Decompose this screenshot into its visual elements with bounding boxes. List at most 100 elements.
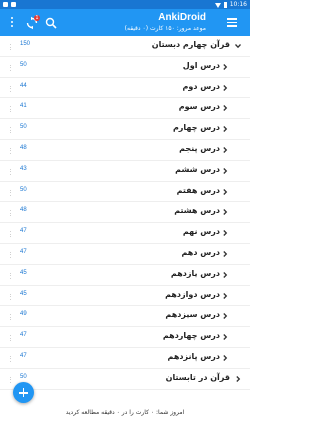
deck-options-icon[interactable] (9, 334, 12, 342)
hamburger-menu-icon[interactable] (226, 15, 240, 29)
deck-row[interactable]: 45 درس یازدهم (0, 265, 250, 286)
chevron-right-icon[interactable] (221, 208, 229, 216)
deck-due-count: 50 (20, 124, 27, 131)
deck-due-count: 47 (20, 228, 27, 235)
deck-row[interactable]: 150 قرآن چهارم دبستان (0, 36, 250, 57)
deck-name: درس چهارم (172, 123, 220, 133)
app-toolbar: 1 AnkiDroid موعد مرور: ۱۵۰ کارت (۰ دقیقه… (0, 9, 250, 36)
chevron-right-icon[interactable] (221, 250, 229, 258)
deck-name: درس نهم (182, 227, 220, 237)
deck-options-icon[interactable] (9, 147, 12, 155)
deck-row[interactable]: 50 درس چهارم (0, 119, 250, 140)
chevron-right-icon[interactable] (221, 292, 229, 300)
deck-name: درس پانزدهم (167, 351, 220, 361)
deck-name: درس چهاردهم (162, 331, 220, 341)
deck-options-icon[interactable] (9, 43, 12, 51)
deck-name: قرآن چهارم دبستان (151, 40, 230, 49)
deck-row[interactable]: 47 درس دهم (0, 244, 250, 265)
deck-row[interactable]: 48 درس پنجم (0, 140, 250, 161)
deck-row[interactable]: 47 درس نهم (0, 223, 250, 244)
deck-name: درس دوازدهم (165, 289, 220, 299)
chevron-right-icon[interactable] (221, 63, 229, 71)
chevron-right-icon[interactable] (221, 188, 229, 196)
deck-options-icon[interactable] (9, 209, 12, 217)
deck-options-icon[interactable] (9, 230, 12, 238)
chevron-right-icon[interactable] (221, 333, 229, 341)
chevron-right-icon[interactable] (221, 354, 229, 362)
deck-options-icon[interactable] (9, 85, 12, 93)
chevron-right-icon[interactable] (221, 229, 229, 237)
deck-name: درس دوم (182, 81, 220, 91)
deck-due-count: 47 (20, 248, 27, 255)
deck-options-icon[interactable] (9, 376, 12, 384)
add-button[interactable] (13, 382, 34, 403)
chevron-down-icon[interactable] (234, 42, 242, 50)
sync-badge: 1 (34, 15, 40, 21)
notification-icon (11, 2, 16, 7)
deck-row[interactable]: 41 درس سوم (0, 98, 250, 120)
more-options-icon[interactable] (6, 15, 20, 29)
chevron-right-icon[interactable] (221, 167, 229, 175)
deck-row[interactable]: 50 درس اول (0, 57, 250, 78)
due-summary: موعد مرور: ۱۵۰ کارت (۰ دقیقه) (124, 25, 206, 32)
deck-due-count: 50 (20, 186, 27, 193)
chevron-right-icon[interactable] (221, 312, 229, 320)
deck-name: درس دهم (181, 247, 220, 257)
notification-icon (3, 2, 8, 7)
deck-row[interactable]: 47 درس پانزدهم (0, 348, 250, 369)
deck-due-count: 150 (20, 41, 31, 47)
app-title: AnkiDroid (158, 12, 206, 23)
deck-due-count: 45 (20, 269, 27, 276)
chevron-right-icon[interactable] (221, 84, 229, 92)
deck-name: درس اول (182, 60, 220, 70)
deck-row[interactable]: 45 درس دوازدهم (0, 286, 250, 307)
deck-name: درس سوم (178, 102, 220, 112)
deck-due-count: 43 (20, 165, 27, 172)
deck-due-count: 45 (20, 290, 27, 297)
status-time: 10:16 (229, 1, 247, 8)
deck-options-icon[interactable] (9, 355, 12, 363)
deck-name: قرآن در تابستان (165, 372, 230, 382)
deck-row[interactable]: 44 درس دوم (0, 78, 250, 99)
deck-due-count: 50 (20, 373, 27, 380)
deck-row[interactable]: 47 درس چهاردهم (0, 327, 250, 348)
deck-due-count: 49 (20, 311, 27, 318)
deck-options-icon[interactable] (9, 272, 12, 280)
deck-name: درس هفتم (176, 185, 220, 195)
chevron-right-icon[interactable] (221, 146, 229, 154)
notification-icons (3, 0, 16, 7)
deck-due-count: 50 (20, 61, 27, 68)
deck-options-icon[interactable] (9, 168, 12, 176)
deck-name: درس هشتم (174, 206, 220, 216)
chevron-right-icon[interactable] (221, 125, 229, 133)
deck-due-count: 41 (20, 103, 27, 110)
chevron-right-icon[interactable] (221, 271, 229, 279)
deck-name: درس پنجم (179, 143, 220, 153)
deck-row[interactable]: 43 درس ششم (0, 161, 250, 182)
deck-options-icon[interactable] (9, 293, 12, 301)
deck-due-count: 44 (20, 82, 27, 89)
chevron-right-icon[interactable] (234, 375, 242, 383)
deck-options-icon[interactable] (9, 64, 12, 72)
deck-options-icon[interactable] (9, 189, 12, 197)
deck-options-icon[interactable] (9, 313, 12, 321)
wifi-icon (214, 3, 221, 8)
deck-name: درس سیزدهم (165, 310, 220, 320)
deck-options-icon[interactable] (9, 251, 12, 259)
status-bar: 10:16 (0, 0, 250, 9)
deck-row[interactable]: 50 درس هفتم (0, 182, 250, 203)
deck-row[interactable]: 49 درس سیزدهم (0, 306, 250, 328)
deck-name: درس یازدهم (170, 268, 220, 278)
search-icon[interactable] (44, 15, 58, 29)
deck-due-count: 47 (20, 352, 27, 359)
system-icons: 10:16 (214, 0, 247, 9)
deck-options-icon[interactable] (9, 105, 12, 113)
deck-row[interactable]: 50 قرآن در تابستان (0, 369, 250, 390)
deck-options-icon[interactable] (9, 126, 12, 134)
deck-due-count: 48 (20, 207, 27, 214)
deck-row[interactable]: 48 درس هشتم (0, 202, 250, 224)
deck-due-count: 48 (20, 144, 27, 151)
deck-due-count: 47 (20, 332, 27, 339)
chevron-right-icon[interactable] (221, 104, 229, 112)
study-summary: امروز شما: ۰ کارت را در ۰ دقیقه مطالعه ک… (65, 409, 185, 416)
